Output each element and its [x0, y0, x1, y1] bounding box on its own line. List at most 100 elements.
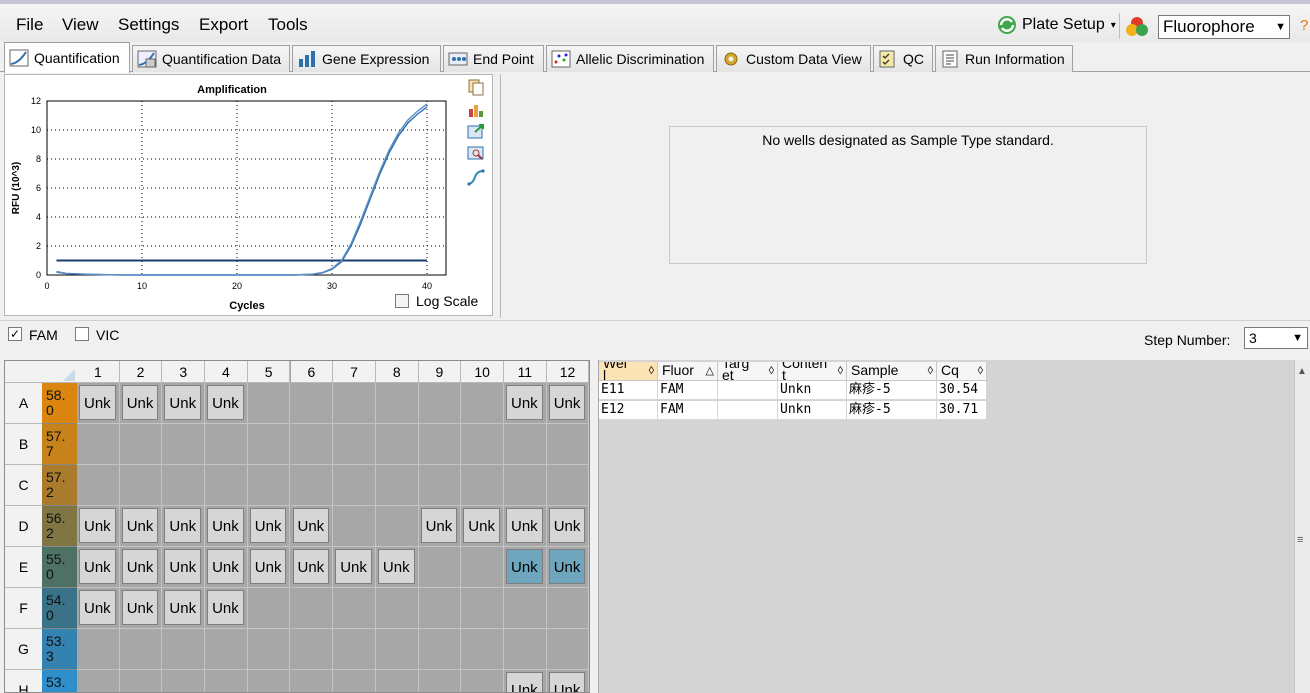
- tab-quantification-data[interactable]: Quantification Data: [132, 45, 290, 72]
- table-header-cell[interactable]: Fluor △: [658, 362, 718, 381]
- well-C6[interactable]: [290, 465, 334, 506]
- table-scrollbar[interactable]: ▲ ≡: [1294, 360, 1310, 693]
- well-D12[interactable]: Unk: [546, 506, 589, 547]
- sort-icon[interactable]: ◊: [928, 363, 933, 380]
- row-header-H[interactable]: H: [5, 670, 42, 692]
- row-header-A[interactable]: A: [5, 383, 42, 424]
- well-H8[interactable]: [376, 670, 419, 692]
- well-A8[interactable]: [375, 383, 419, 424]
- sort-icon[interactable]: ◊: [769, 363, 774, 380]
- menu-settings[interactable]: Settings: [118, 15, 179, 35]
- well-F10[interactable]: [461, 588, 504, 629]
- well-F8[interactable]: [375, 588, 419, 629]
- zoom-chart-icon[interactable]: [467, 145, 485, 162]
- well-G2[interactable]: [119, 629, 163, 670]
- tab-end-point[interactable]: End Point: [443, 45, 544, 72]
- well-F9[interactable]: [418, 588, 462, 629]
- row-header-G[interactable]: G: [5, 629, 42, 670]
- well-C3[interactable]: [162, 465, 206, 506]
- well-D5[interactable]: Unk: [247, 506, 291, 547]
- well-H3[interactable]: [162, 670, 206, 692]
- well-G8[interactable]: [375, 629, 419, 670]
- well-E4[interactable]: Unk: [205, 547, 248, 588]
- column-header-3[interactable]: 3: [162, 361, 206, 383]
- well-D3[interactable]: Unk: [162, 506, 206, 547]
- well-H1[interactable]: [77, 670, 120, 692]
- well-F7[interactable]: [333, 588, 376, 629]
- export-image-icon[interactable]: [467, 123, 485, 140]
- well-E2[interactable]: Unk: [119, 547, 163, 588]
- log-scale-checkbox[interactable]: [395, 294, 409, 308]
- well-F5[interactable]: [247, 588, 291, 629]
- column-header-12[interactable]: 12: [546, 361, 589, 383]
- fluorophore-select[interactable]: Fluorophore ▼: [1158, 15, 1290, 39]
- tab-custom-data-view[interactable]: Custom Data View: [716, 45, 871, 72]
- tab-run-information[interactable]: Run Information: [935, 45, 1073, 72]
- well-G1[interactable]: [77, 629, 120, 670]
- scroll-grip-icon[interactable]: ≡: [1297, 534, 1303, 546]
- column-header-1[interactable]: 1: [77, 361, 120, 383]
- well-A5[interactable]: [247, 383, 291, 424]
- well-C1[interactable]: [77, 465, 120, 506]
- well-B7[interactable]: [333, 424, 376, 465]
- well-C11[interactable]: [504, 465, 547, 506]
- table-cell[interactable]: 30.54: [937, 381, 987, 400]
- well-G9[interactable]: [418, 629, 462, 670]
- table-row[interactable]: E12: [599, 401, 658, 420]
- sort-icon[interactable]: ◊: [838, 363, 843, 380]
- well-A7[interactable]: [333, 383, 376, 424]
- column-header-6[interactable]: 6: [290, 361, 334, 383]
- well-E7[interactable]: Unk: [333, 547, 376, 588]
- well-D11[interactable]: Unk: [504, 506, 547, 547]
- vic-checkbox[interactable]: [75, 327, 89, 341]
- row-header-D[interactable]: D: [5, 506, 42, 547]
- table-cell[interactable]: 麻疹-5: [847, 381, 937, 400]
- well-F1[interactable]: Unk: [77, 588, 120, 629]
- well-B9[interactable]: [418, 424, 462, 465]
- well-B2[interactable]: [119, 424, 163, 465]
- well-A4[interactable]: Unk: [205, 383, 248, 424]
- well-G10[interactable]: [461, 629, 504, 670]
- well-D7[interactable]: [333, 506, 376, 547]
- sort-icon[interactable]: ◊: [649, 363, 654, 380]
- chart-options-icon[interactable]: [467, 101, 485, 118]
- copy-icon[interactable]: [467, 79, 485, 96]
- well-H11[interactable]: Unk: [504, 670, 547, 692]
- well-E10[interactable]: [461, 547, 504, 588]
- well-E8[interactable]: Unk: [375, 547, 419, 588]
- well-D4[interactable]: Unk: [205, 506, 248, 547]
- fam-checkbox[interactable]: ✓: [8, 327, 22, 341]
- well-H7[interactable]: [333, 670, 376, 692]
- table-header-cell[interactable]: Cq ◊: [937, 362, 987, 381]
- tab-qc[interactable]: QC: [873, 45, 933, 72]
- column-header-2[interactable]: 2: [119, 361, 163, 383]
- row-header-C[interactable]: C: [5, 465, 42, 506]
- column-header-11[interactable]: 11: [504, 361, 547, 383]
- well-A9[interactable]: [418, 383, 462, 424]
- well-G7[interactable]: [333, 629, 376, 670]
- tab-quantification[interactable]: Quantification: [4, 42, 130, 73]
- well-B11[interactable]: [504, 424, 547, 465]
- well-E5[interactable]: Unk: [247, 547, 291, 588]
- well-B10[interactable]: [461, 424, 504, 465]
- well-F6[interactable]: [290, 588, 334, 629]
- curve-fit-icon[interactable]: [467, 169, 485, 186]
- well-H2[interactable]: [120, 670, 163, 692]
- well-G3[interactable]: [162, 629, 206, 670]
- well-H4[interactable]: [205, 670, 248, 692]
- table-cell[interactable]: [718, 401, 778, 420]
- well-G11[interactable]: [504, 629, 547, 670]
- well-H6[interactable]: [291, 670, 334, 692]
- well-C8[interactable]: [375, 465, 419, 506]
- well-E6[interactable]: Unk: [290, 547, 334, 588]
- table-cell[interactable]: [718, 381, 778, 400]
- well-B6[interactable]: [290, 424, 334, 465]
- table-cell[interactable]: FAM: [658, 401, 718, 420]
- well-F11[interactable]: [504, 588, 547, 629]
- table-cell[interactable]: 麻疹-5: [847, 401, 937, 420]
- well-F3[interactable]: Unk: [162, 588, 206, 629]
- amplification-curve[interactable]: [56, 106, 428, 276]
- scroll-up-icon[interactable]: ▲: [1297, 366, 1307, 377]
- table-header-cell[interactable]: Wel l ◊: [599, 362, 658, 381]
- column-header-8[interactable]: 8: [375, 361, 419, 383]
